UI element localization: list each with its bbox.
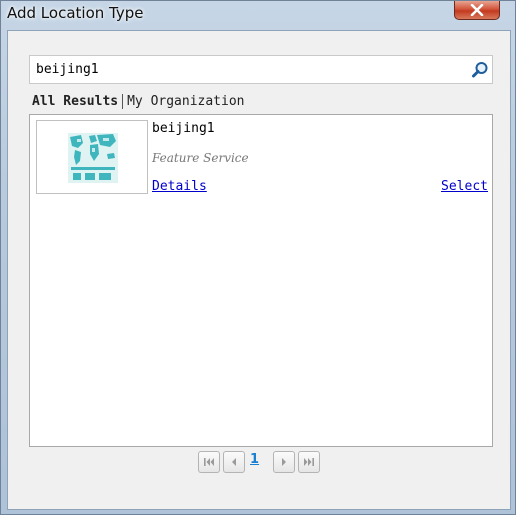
close-icon (470, 4, 484, 16)
results-list: beijing1 Feature Service Details Select (29, 114, 493, 447)
result-tabs: All Results My Organization (32, 92, 245, 110)
close-button[interactable] (454, 1, 500, 20)
search-box[interactable]: beijing1 (29, 55, 493, 84)
result-thumbnail (36, 120, 148, 194)
select-link[interactable]: Select (441, 179, 488, 194)
prev-page-icon (232, 458, 236, 466)
window-title: Add Location Type (7, 4, 144, 22)
result-title: beijing1 (152, 121, 215, 136)
last-page-button[interactable] (298, 451, 320, 473)
tab-my-organization[interactable]: My Organization (127, 94, 244, 109)
first-page-icon (204, 458, 214, 466)
dialog-body: beijing1 All Results My Organization bei… (7, 30, 511, 510)
last-page-icon (304, 458, 314, 466)
pagination: 1 (198, 451, 328, 475)
next-page-icon (282, 458, 286, 466)
search-input[interactable]: beijing1 (36, 62, 456, 77)
tab-separator (122, 93, 124, 109)
next-page-button[interactable] (273, 451, 295, 473)
first-page-button[interactable] (198, 451, 220, 473)
world-map-thumbnail (68, 133, 118, 183)
details-link[interactable]: Details (152, 179, 207, 194)
prev-page-button[interactable] (223, 451, 245, 473)
tab-all-results[interactable]: All Results (32, 94, 118, 109)
search-icon[interactable] (471, 61, 489, 79)
current-page-link[interactable]: 1 (250, 452, 259, 467)
dialog-window: Add Location Type beijing1 All Results M… (0, 0, 516, 515)
title-bar[interactable]: Add Location Type (1, 1, 516, 29)
result-type: Feature Service (152, 151, 249, 165)
